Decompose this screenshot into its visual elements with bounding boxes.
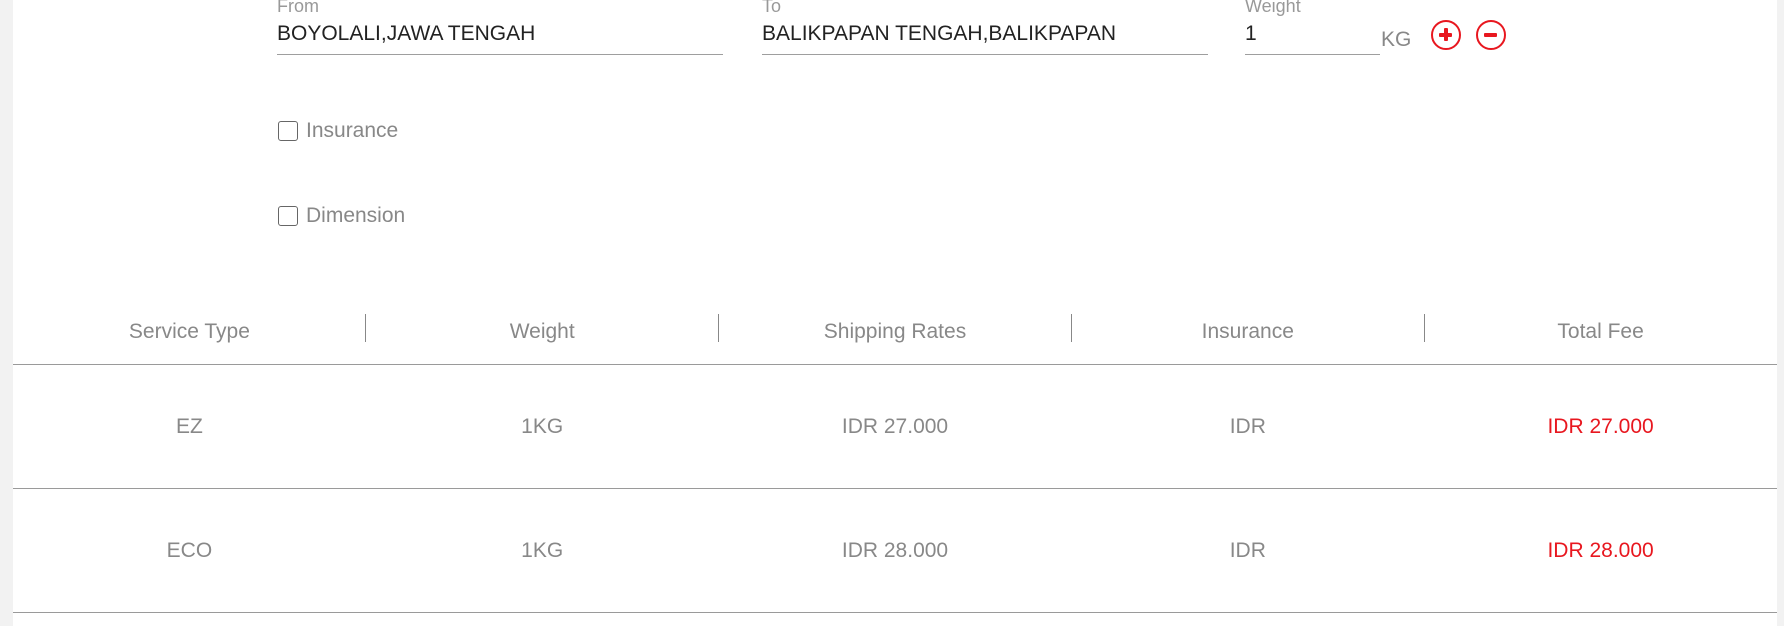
insurance-label: Insurance: [306, 119, 399, 142]
weight-unit: KG: [1381, 28, 1412, 51]
header-insurance: Insurance: [1201, 320, 1294, 343]
decrease-weight-button[interactable]: [1476, 20, 1506, 50]
rates-table: Service Type Weight Shipping Rates Insur…: [13, 300, 1777, 613]
table-header: Service Type Weight Shipping Rates Insur…: [13, 300, 1777, 365]
dimension-label: Dimension: [306, 204, 406, 227]
to-input[interactable]: [762, 22, 1208, 55]
cell-insurance: IDR: [1229, 538, 1266, 562]
header-shipping-rates: Shipping Rates: [823, 320, 967, 343]
table-row[interactable]: ECO 1KG IDR 28.000 IDR IDR 28.000: [13, 489, 1777, 613]
weight-label: Weight: [1245, 0, 1301, 16]
dimension-checkbox[interactable]: [278, 206, 298, 226]
cell-weight: 1KG: [521, 538, 564, 562]
cell-shipping-rate: IDR 27.000: [841, 414, 949, 438]
cell-insurance: IDR: [1229, 414, 1266, 438]
cell-service-type: ECO: [166, 538, 213, 562]
cell-shipping-rate: IDR 28.000: [841, 538, 949, 562]
weight-input[interactable]: [1245, 22, 1380, 55]
from-input[interactable]: [277, 22, 723, 55]
cell-service-type: EZ: [175, 414, 203, 438]
insurance-checkbox[interactable]: [278, 121, 298, 141]
cell-total-fee: IDR 28.000: [1547, 538, 1654, 562]
insurance-option[interactable]: Insurance: [278, 119, 398, 143]
to-label: To: [762, 0, 782, 16]
column-divider: [1071, 314, 1072, 342]
column-divider: [365, 314, 366, 342]
column-divider: [718, 314, 719, 342]
header-weight: Weight: [509, 320, 575, 343]
cell-total-fee: IDR 27.000: [1547, 414, 1654, 438]
header-service-type: Service Type: [128, 320, 250, 343]
shipping-calculator-panel: From To Weight KG Insurance Dimension Se…: [13, 0, 1777, 626]
table-row[interactable]: EZ 1KG IDR 27.000 IDR IDR 27.000: [13, 365, 1777, 489]
dimension-option[interactable]: Dimension: [278, 204, 405, 228]
column-divider: [1424, 314, 1425, 342]
from-label: From: [277, 0, 319, 16]
increase-weight-button[interactable]: [1431, 20, 1461, 50]
cell-weight: 1KG: [521, 414, 564, 438]
header-total-fee: Total Fee: [1557, 320, 1644, 343]
